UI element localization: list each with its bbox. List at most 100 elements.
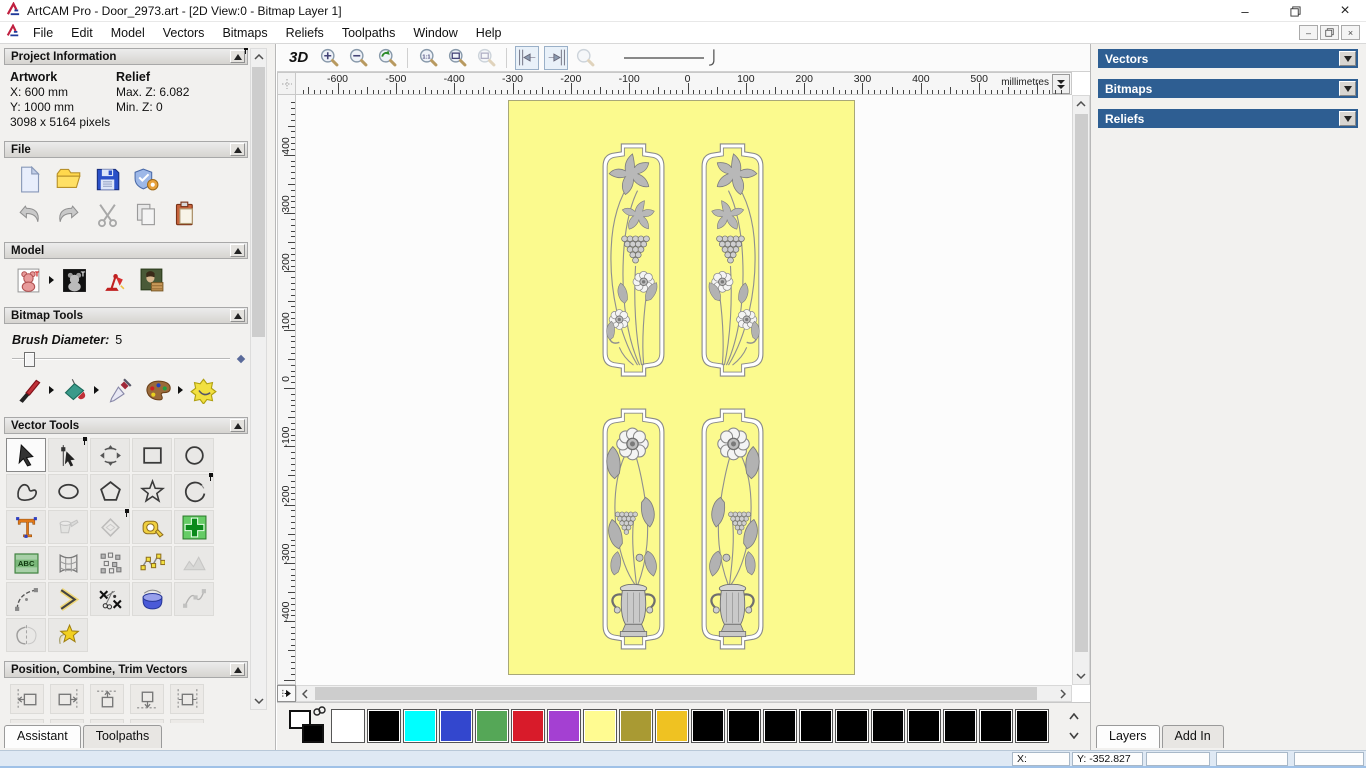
panel-tab-assistant[interactable]: Assistant <box>4 725 81 748</box>
node-edit-icon[interactable] <box>48 438 88 472</box>
slider-thumb[interactable] <box>24 352 35 367</box>
canvas-horizontal-scrollbar[interactable] <box>296 685 1072 702</box>
palette-swatch-1[interactable] <box>367 709 401 743</box>
panel-header-vectors[interactable]: Vectors <box>1098 49 1358 68</box>
copy-icon[interactable] <box>131 199 161 229</box>
align-centre-icon[interactable] <box>170 684 204 714</box>
menu-edit[interactable]: Edit <box>62 24 102 42</box>
zoom-objects-icon[interactable] <box>474 46 498 70</box>
mdi-minimize-icon[interactable]: – <box>1299 25 1318 40</box>
new-file-icon[interactable] <box>14 164 44 194</box>
scroll-left-icon[interactable] <box>297 686 313 701</box>
minimize-icon[interactable]: – <box>1238 4 1252 18</box>
nesting-icon[interactable]: Nes <box>170 719 204 723</box>
flyout-arrow-icon[interactable] <box>49 386 54 394</box>
palette-swatch-15[interactable] <box>871 709 905 743</box>
vector-star-icon[interactable] <box>48 618 88 652</box>
cut-icon[interactable] <box>92 199 122 229</box>
collapse-icon[interactable] <box>230 419 245 432</box>
section-header-file[interactable]: File <box>4 141 248 158</box>
menu-bitmaps[interactable]: Bitmaps <box>213 24 276 42</box>
flood-fill-icon[interactable] <box>59 375 89 405</box>
snap-next-icon[interactable] <box>544 46 568 70</box>
primary-secondary-colour-indicator[interactable] <box>289 708 329 746</box>
palette-swatch-2[interactable] <box>403 709 437 743</box>
scroll-right-icon[interactable] <box>1055 686 1071 701</box>
mdi-restore-icon[interactable] <box>1320 25 1339 40</box>
zoom-out-icon[interactable] <box>346 46 370 70</box>
align-left-icon[interactable] <box>10 684 44 714</box>
spline-faded-icon[interactable] <box>174 582 214 616</box>
align-right-icon[interactable] <box>50 684 84 714</box>
collapse-icon[interactable] <box>230 50 245 63</box>
fit-vectors-icon[interactable] <box>132 546 172 580</box>
collapse-icon[interactable] <box>230 244 245 257</box>
palette-swatch-19[interactable] <box>1015 709 1049 743</box>
door-panel-top-left[interactable] <box>597 141 670 379</box>
wrap-vectors-icon[interactable] <box>132 582 172 616</box>
collapse-icon[interactable] <box>230 663 245 676</box>
palette-swatch-9[interactable] <box>655 709 689 743</box>
create-polyline-icon[interactable] <box>6 474 46 508</box>
open-file-icon[interactable] <box>53 164 83 194</box>
measure-tool-icon[interactable] <box>132 510 172 544</box>
palette-swatch-4[interactable] <box>475 709 509 743</box>
link-colours-icon[interactable] <box>313 706 327 718</box>
greyscale-from-relief-icon[interactable] <box>137 265 167 295</box>
offset-vector-icon[interactable] <box>90 510 130 544</box>
create-polygon-icon[interactable] <box>90 474 130 508</box>
zoom-fit-icon[interactable] <box>445 46 469 70</box>
palette-swatch-14[interactable] <box>835 709 869 743</box>
restore-icon[interactable] <box>1288 4 1302 18</box>
palette-swatch-10[interactable] <box>691 709 725 743</box>
flyout-arrow-icon[interactable] <box>178 386 183 394</box>
paint-brush-icon[interactable] <box>14 375 44 405</box>
zoom-1to1-icon[interactable]: 1:1 <box>416 46 440 70</box>
trim-vectors-icon[interactable] <box>90 582 130 616</box>
scrollbar-thumb[interactable] <box>1075 114 1088 652</box>
menu-model[interactable]: Model <box>102 24 154 42</box>
canvas-vertical-scrollbar[interactable] <box>1072 95 1090 685</box>
section-header-model[interactable]: Model <box>4 242 248 259</box>
palette-swatch-6[interactable] <box>547 709 581 743</box>
palette-swatch-5[interactable] <box>511 709 545 743</box>
create-star-icon[interactable] <box>132 474 172 508</box>
preview-faded-icon[interactable] <box>573 46 597 70</box>
palette-swatch-11[interactable] <box>727 709 761 743</box>
section-header-bitmap-tools[interactable]: Bitmap Tools <box>4 307 248 324</box>
palette-swatch-12[interactable] <box>763 709 797 743</box>
create-text-icon[interactable] <box>6 510 46 544</box>
scroll-up-icon[interactable] <box>251 49 266 65</box>
scroll-down-icon[interactable] <box>251 693 266 709</box>
palette-swatch-3[interactable] <box>439 709 473 743</box>
collapse-icon[interactable] <box>230 143 245 156</box>
right-tab-add-in[interactable]: Add In <box>1162 725 1224 748</box>
create-circle-icon[interactable] <box>174 438 214 472</box>
block-paste-icon[interactable] <box>90 546 130 580</box>
mdi-close-icon[interactable]: × <box>1341 25 1360 40</box>
zoom-last-icon[interactable] <box>375 46 399 70</box>
door-panel-bottom-right[interactable] <box>696 406 769 652</box>
model-wizard-icon[interactable] <box>131 164 161 194</box>
scrollbar-thumb[interactable] <box>252 67 265 337</box>
palette-swatch-17[interactable] <box>943 709 977 743</box>
right-tab-layers[interactable]: Layers <box>1096 725 1160 748</box>
align-top-icon[interactable] <box>90 684 124 714</box>
zoom-in-icon[interactable] <box>317 46 341 70</box>
select-vectors-icon[interactable] <box>6 438 46 472</box>
assistant-scrollbar[interactable] <box>250 48 267 710</box>
pan-mode-icon[interactable] <box>277 685 296 702</box>
collapse-icon[interactable] <box>230 309 245 322</box>
section-header-project-information[interactable]: Project Information <box>4 48 248 65</box>
section-header-vector-tools[interactable]: Vector Tools <box>4 417 248 434</box>
door-panel-top-right[interactable] <box>696 141 769 379</box>
transform-vectors-icon[interactable] <box>90 438 130 472</box>
texture-flood-icon[interactable] <box>188 375 218 405</box>
menu-toolpaths[interactable]: Toolpaths <box>333 24 405 42</box>
flyout-arrow-icon[interactable] <box>94 386 99 394</box>
vector-doctor-icon[interactable] <box>48 510 88 544</box>
door-artwork[interactable] <box>508 100 855 675</box>
palette-swatch-0[interactable] <box>331 709 365 743</box>
palette-scroll-down-icon[interactable] <box>1066 728 1082 743</box>
line-width-tool[interactable] <box>624 47 717 69</box>
